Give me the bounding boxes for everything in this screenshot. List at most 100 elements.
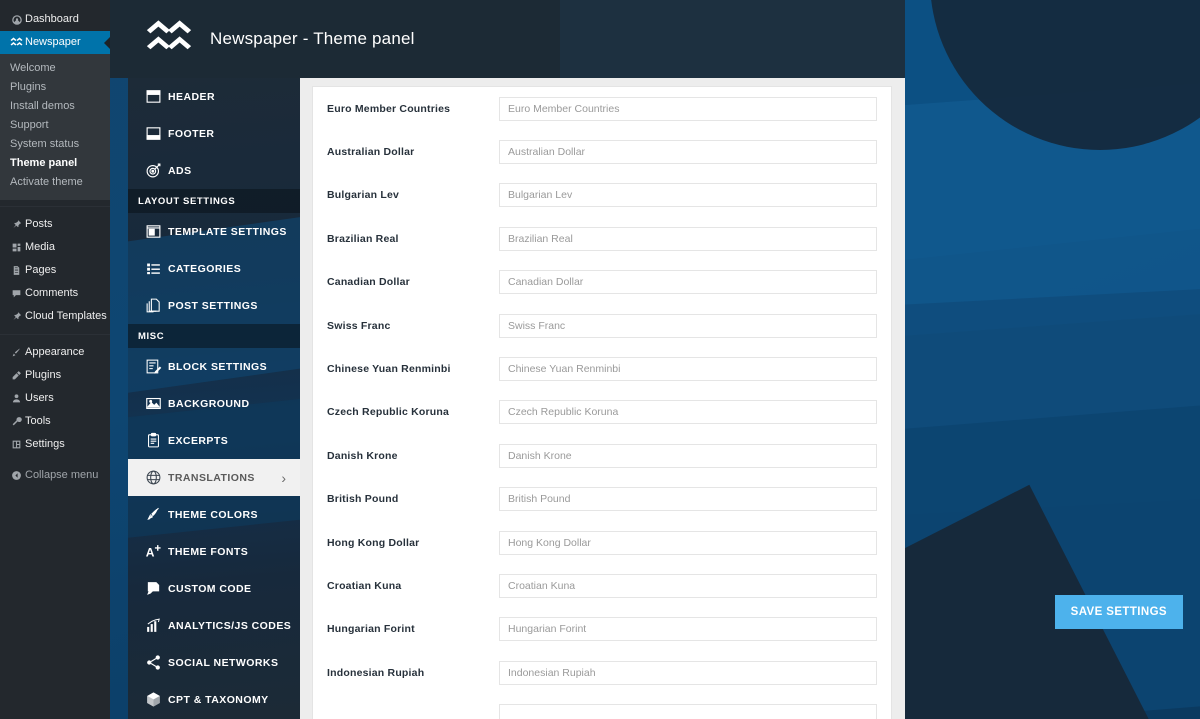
sidebar-item-plugins[interactable]: Plugins [0,364,110,387]
nav-item-theme-colors[interactable]: THEME COLORS [128,496,300,533]
nav-item-label: CATEGORIES [168,263,241,275]
nav-item-custom-code[interactable]: CUSTOM CODE [128,570,300,607]
form-row: Australian Dollar [313,130,891,173]
translation-input-czech-republic-koruna[interactable] [499,400,877,424]
submenu-item-welcome[interactable]: Welcome [0,59,110,78]
form-row: Hungarian Forint [313,608,891,651]
nav-item-background[interactable]: BACKGROUND [128,385,300,422]
newspaper-logo-icon [8,37,25,48]
globe-icon [138,469,168,486]
form-row: Danish Krone [313,434,891,477]
form-row: Brazilian Real [313,217,891,260]
sidebar-item-label: Comments [25,288,78,299]
nav-item-label: HEADER [168,91,215,103]
sidebar-item-media[interactable]: Media [0,236,110,259]
dashboard-icon [8,14,25,26]
sidebar-item-label: Collapse menu [25,470,98,481]
tagdiv-diamond-logo [142,12,196,66]
sidebar-item-pages[interactable]: Pages [0,259,110,282]
translation-input-australian-dollar[interactable] [499,140,877,164]
nav-item-footer[interactable]: FOOTER [128,115,300,152]
field-label: Australian Dollar [327,146,499,158]
sidebar-item-label: Pages [25,265,56,276]
sidebar-item-label: Tools [25,416,51,427]
nav-item-template-settings[interactable]: TEMPLATE SETTINGS [128,213,300,250]
nav-item-social-networks[interactable]: SOCIAL NETWORKS [128,644,300,681]
form-row: Indonesian Rupiah [313,651,891,694]
translation-input-swiss-franc[interactable] [499,314,877,338]
nav-item-excerpts[interactable]: EXCERPTS [128,422,300,459]
theme-panel-content: Euro Member Countries Australian Dollar … [300,78,905,719]
submenu-item-support[interactable]: Support [0,116,110,135]
save-settings-button[interactable]: SAVE SETTINGS [1055,595,1183,629]
nav-item-label: BACKGROUND [168,398,250,410]
nav-item-label: THEME FONTS [168,546,248,558]
nav-item-label: SOCIAL NETWORKS [168,657,278,669]
font-a-plus-icon: A [138,543,168,560]
nav-section-layout-settings: LAYOUT SETTINGS [128,189,300,213]
sidebar-item-comments[interactable]: Comments [0,282,110,305]
brush-icon [8,347,25,358]
nav-item-ads[interactable]: ADS [128,152,300,189]
submenu-item-plugins[interactable]: Plugins [0,78,110,97]
nav-item-categories[interactable]: CATEGORIES [128,250,300,287]
sidebar-item-users[interactable]: Users [0,387,110,410]
translations-form-panel: Euro Member Countries Australian Dollar … [312,86,892,719]
submenu-item-install-demos[interactable]: Install demos [0,97,110,116]
nav-item-label: CUSTOM CODE [168,583,252,595]
form-row [313,694,891,719]
sidebar-top-gap [0,0,110,8]
sidebar-item-posts[interactable]: Posts [0,213,110,236]
translation-input-indonesian-rupiah[interactable] [499,661,877,685]
translation-input-bulgarian-lev[interactable] [499,183,877,207]
pages-stack-icon [138,297,168,314]
translation-input-hungarian-forint[interactable] [499,617,877,641]
svg-text:A: A [145,545,154,559]
field-label: Croatian Kuna [327,580,499,592]
collapse-icon [8,470,25,481]
translation-input-danish-krone[interactable] [499,444,877,468]
submenu-item-activate-theme[interactable]: Activate theme [0,173,110,192]
nav-item-post-settings[interactable]: POST SETTINGS [128,287,300,324]
theme-panel-header: Newspaper - Theme panel [128,0,908,78]
footer-window-icon [138,125,168,142]
nav-item-header[interactable]: HEADER [128,78,300,115]
translation-input-hong-kong-dollar[interactable] [499,531,877,555]
nav-item-cpt-taxonomy[interactable]: CPT & TAXONOMY [128,681,300,718]
translation-input-canadian-dollar[interactable] [499,270,877,294]
nav-item-translations[interactable]: TRANSLATIONS › [128,459,300,496]
submenu-item-theme-panel[interactable]: Theme panel [0,154,110,173]
sidebar-item-label: Settings [25,439,65,450]
translation-input-euro-member-countries[interactable] [499,97,877,121]
sidebar-item-collapse-menu[interactable]: Collapse menu [0,464,110,487]
sidebar-item-newspaper[interactable]: Newspaper [0,31,110,54]
sidebar-item-dashboard[interactable]: Dashboard [0,8,110,31]
sidebar-item-label: Newspaper [25,37,81,48]
list-icon [138,260,168,277]
nav-item-theme-fonts[interactable]: A THEME FONTS [128,533,300,570]
sidebar-item-cloud-templates[interactable]: Cloud Templates [0,305,110,328]
image-icon [138,395,168,412]
submenu-item-system-status[interactable]: System status [0,135,110,154]
sidebar-gap-2 [0,456,110,464]
sidebar-item-settings[interactable]: Settings [0,433,110,456]
settings-icon [8,439,25,450]
translation-input-brazilian-real[interactable] [499,227,877,251]
chevron-right-icon: › [281,470,286,486]
translation-input-british-pound[interactable] [499,487,877,511]
wp-admin-sidebar: Dashboard Newspaper Welcome Plugins Inst… [0,0,110,719]
form-row: Euro Member Countries [313,87,891,130]
field-label: Hungarian Forint [327,623,499,635]
translation-input-chinese-yuan-renminbi[interactable] [499,357,877,381]
nav-item-block-settings[interactable]: BLOCK SETTINGS [128,348,300,385]
theme-panel-nav: HEADER FOOTER ADS LAYOUT SETTINGS TEMPLA… [128,78,300,719]
translation-input-next[interactable] [499,704,877,719]
form-row: Croatian Kuna [313,564,891,607]
sidebar-item-appearance[interactable]: Appearance [0,341,110,364]
nav-item-label: THEME COLORS [168,509,258,521]
translation-input-croatian-kuna[interactable] [499,574,877,598]
sidebar-item-tools[interactable]: Tools [0,410,110,433]
field-label: Danish Krone [327,450,499,462]
nav-item-label: BLOCK SETTINGS [168,361,267,373]
nav-item-analytics-js-codes[interactable]: ANALYTICS/JS CODES [128,607,300,644]
